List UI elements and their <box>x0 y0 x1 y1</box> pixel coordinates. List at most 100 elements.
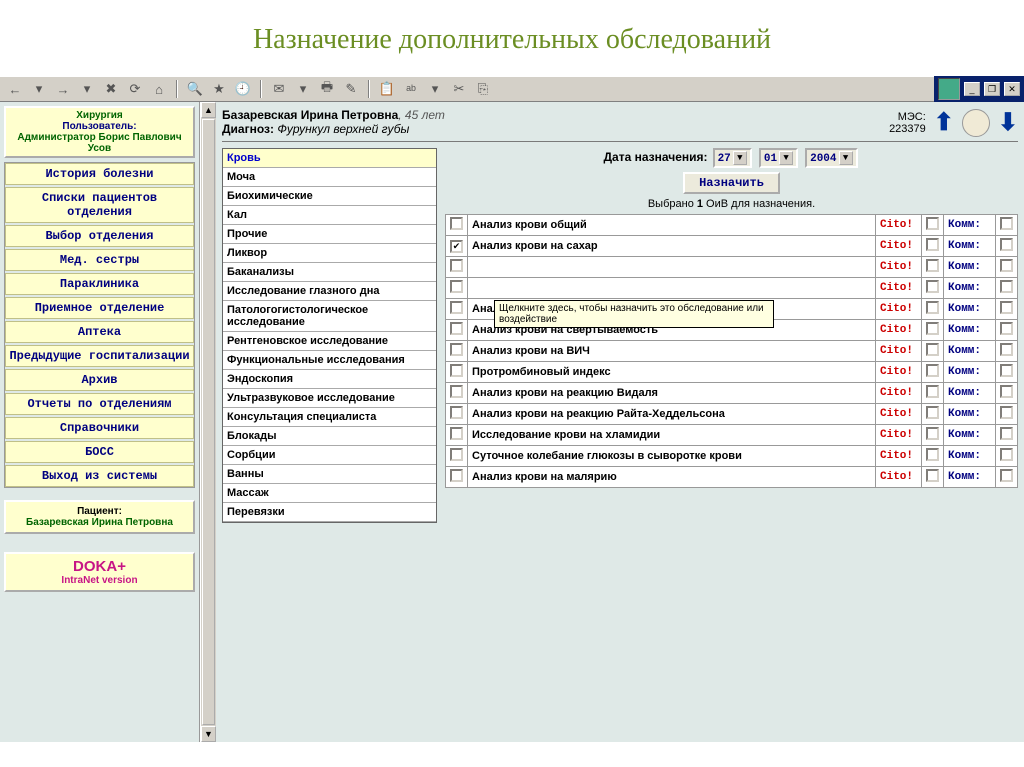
category-row[interactable]: Ликвор <box>223 244 436 263</box>
forward-icon[interactable]: → <box>52 78 74 100</box>
restore-button[interactable]: ❐ <box>984 82 1000 96</box>
cito-checkbox[interactable] <box>926 343 939 356</box>
select-checkbox[interactable] <box>450 322 463 335</box>
sidebar-item-10[interactable]: Справочники <box>5 417 194 439</box>
cito-checkbox[interactable] <box>926 406 939 419</box>
select-checkbox[interactable] <box>450 469 463 482</box>
category-row[interactable]: Рентгеновское исследование <box>223 332 436 351</box>
dropdown-icon[interactable]: ▼ <box>779 151 793 165</box>
select-checkbox[interactable] <box>450 385 463 398</box>
cito-checkbox[interactable] <box>926 427 939 440</box>
copy-icon[interactable]: ⎘ <box>472 78 494 100</box>
category-row[interactable]: Баканализы <box>223 263 436 282</box>
category-row[interactable]: Ультразвуковое исследование <box>223 389 436 408</box>
mail-menu-icon[interactable]: ▾ <box>292 78 314 100</box>
comment-checkbox[interactable] <box>1000 238 1013 251</box>
comment-checkbox[interactable] <box>1000 364 1013 377</box>
sidebar-item-0[interactable]: История болезни <box>5 163 194 185</box>
category-row[interactable]: Функциональные исследования <box>223 351 436 370</box>
sidebar-item-12[interactable]: Выход из системы <box>5 465 194 487</box>
comment-checkbox[interactable] <box>1000 385 1013 398</box>
cito-checkbox[interactable] <box>926 217 939 230</box>
cito-checkbox[interactable] <box>926 322 939 335</box>
favorites-icon[interactable]: ★ <box>208 78 230 100</box>
sidebar-item-8[interactable]: Архив <box>5 369 194 391</box>
select-checkbox[interactable] <box>450 406 463 419</box>
paste-icon[interactable]: 📋 <box>376 78 398 100</box>
spell-menu-icon[interactable]: ▾ <box>424 78 446 100</box>
comment-checkbox[interactable] <box>1000 259 1013 272</box>
comment-checkbox[interactable] <box>1000 343 1013 356</box>
forward-menu-icon[interactable]: ▾ <box>76 78 98 100</box>
search-icon[interactable]: 🔍 <box>184 78 206 100</box>
cito-checkbox[interactable] <box>926 364 939 377</box>
category-row[interactable]: Сорбции <box>223 446 436 465</box>
category-row[interactable]: Кал <box>223 206 436 225</box>
scroll-up-button[interactable]: ▲ <box>201 102 216 118</box>
category-row[interactable]: Моча <box>223 168 436 187</box>
cut-icon[interactable]: ✂ <box>448 78 470 100</box>
history-icon[interactable]: 🕘 <box>232 78 254 100</box>
dropdown-icon[interactable]: ▼ <box>839 151 853 165</box>
comment-checkbox[interactable] <box>1000 448 1013 461</box>
cito-checkbox[interactable] <box>926 259 939 272</box>
sidebar-item-6[interactable]: Аптека <box>5 321 194 343</box>
year-select[interactable]: 2004▼ <box>805 148 857 168</box>
category-row[interactable]: Патологогистологическое исследование <box>223 301 436 332</box>
cito-checkbox[interactable] <box>926 448 939 461</box>
category-row[interactable]: Эндоскопия <box>223 370 436 389</box>
sidebar-item-11[interactable]: БОСС <box>5 441 194 463</box>
cito-checkbox[interactable] <box>926 469 939 482</box>
comment-checkbox[interactable] <box>1000 469 1013 482</box>
select-checkbox[interactable] <box>450 448 463 461</box>
category-row[interactable]: Исследование глазного дна <box>223 282 436 301</box>
spell-icon[interactable]: ᵃᵇ <box>400 78 422 100</box>
action-icon[interactable] <box>962 109 990 137</box>
comment-checkbox[interactable] <box>1000 217 1013 230</box>
sidebar-item-3[interactable]: Мед. сестры <box>5 249 194 271</box>
comment-checkbox[interactable] <box>1000 406 1013 419</box>
sidebar-item-4[interactable]: Параклиника <box>5 273 194 295</box>
sidebar-item-9[interactable]: Отчеты по отделениям <box>5 393 194 415</box>
cito-checkbox[interactable] <box>926 238 939 251</box>
category-row[interactable]: Перевязки <box>223 503 436 522</box>
comment-checkbox[interactable] <box>1000 280 1013 293</box>
select-checkbox[interactable] <box>450 301 463 314</box>
cito-checkbox[interactable] <box>926 280 939 293</box>
edit-icon[interactable]: ✎ <box>340 78 362 100</box>
arrow-down-icon[interactable]: ⬇ <box>998 108 1018 137</box>
select-checkbox[interactable] <box>450 427 463 440</box>
comment-checkbox[interactable] <box>1000 427 1013 440</box>
home-icon[interactable]: ⌂ <box>148 78 170 100</box>
select-checkbox[interactable]: ✔ <box>450 240 463 253</box>
back-menu-icon[interactable]: ▾ <box>28 78 50 100</box>
arrow-up-icon[interactable]: ⬆ <box>934 108 954 137</box>
sidebar-item-7[interactable]: Предыдущие госпитализации <box>5 345 194 367</box>
minimize-button[interactable]: _ <box>964 82 980 96</box>
select-checkbox[interactable] <box>450 259 463 272</box>
category-row[interactable]: Ванны <box>223 465 436 484</box>
sidebar-item-5[interactable]: Приемное отделение <box>5 297 194 319</box>
sidebar-item-2[interactable]: Выбор отделения <box>5 225 194 247</box>
dropdown-icon[interactable]: ▼ <box>733 151 747 165</box>
cito-checkbox[interactable] <box>926 385 939 398</box>
month-select[interactable]: 01▼ <box>759 148 798 168</box>
category-row[interactable]: Консультация специалиста <box>223 408 436 427</box>
sidebar-item-1[interactable]: Списки пациентов отделения <box>5 187 194 223</box>
category-row[interactable]: Прочие <box>223 225 436 244</box>
close-button[interactable]: ✕ <box>1004 82 1020 96</box>
category-row[interactable]: Кровь <box>223 149 436 168</box>
scroll-thumb[interactable] <box>202 119 215 725</box>
category-row[interactable]: Блокады <box>223 427 436 446</box>
select-checkbox[interactable] <box>450 343 463 356</box>
comment-checkbox[interactable] <box>1000 322 1013 335</box>
stop-icon[interactable]: ✖ <box>100 78 122 100</box>
mail-icon[interactable]: ✉ <box>268 78 290 100</box>
day-select[interactable]: 27▼ <box>713 148 752 168</box>
refresh-icon[interactable]: ⟳ <box>124 78 146 100</box>
scroll-down-button[interactable]: ▼ <box>201 726 216 742</box>
category-row[interactable]: Массаж <box>223 484 436 503</box>
comment-checkbox[interactable] <box>1000 301 1013 314</box>
print-icon[interactable]: 🖶 <box>316 78 338 100</box>
select-checkbox[interactable] <box>450 280 463 293</box>
